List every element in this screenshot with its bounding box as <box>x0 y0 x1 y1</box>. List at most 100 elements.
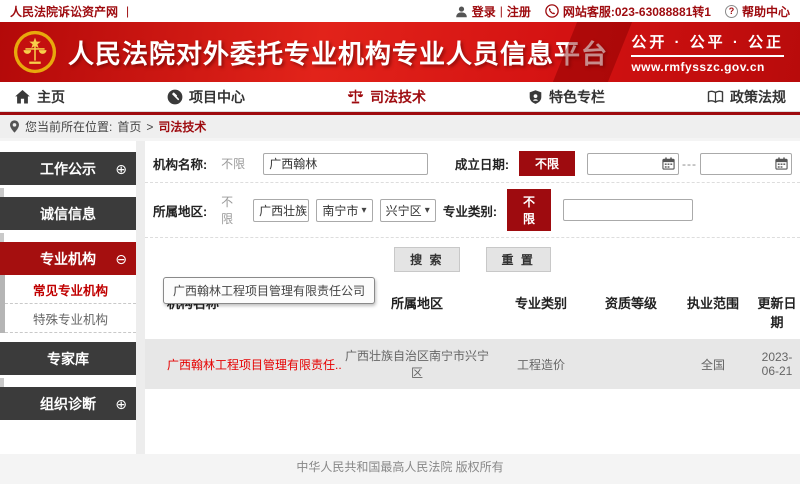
help-group[interactable]: ? 帮助中心 <box>725 3 790 20</box>
sidebar-sublabel: 特殊专业机构 <box>33 309 108 328</box>
search-actions: 搜 索 重 置 <box>145 238 800 280</box>
nav-label-featured: 特色专栏 <box>549 87 605 107</box>
topbar-divider: | <box>126 4 129 18</box>
sidebar-label: 专家库 <box>47 349 89 369</box>
sidebar: 工作公示 ⊕ 诚信信息 专业机构 ⊖ 常见专业机构 特殊专业机构 专家库 组织诊… <box>0 152 136 429</box>
sidebar-subitem-common-orgs[interactable]: 常见专业机构 <box>5 275 136 304</box>
category-unlimited-button[interactable]: 不限 <box>507 189 551 231</box>
book-icon <box>707 89 724 105</box>
home-icon <box>14 89 31 105</box>
founded-date-label: 成立日期: <box>455 154 509 173</box>
search-row-1: 机构名称: 不限 成立日期: 不限 --- <box>145 145 800 183</box>
cell-scope: 全国 <box>672 356 754 373</box>
site-url: www.rmfysszc.gov.cn <box>631 60 784 74</box>
sidebar-item-professional-orgs[interactable]: 专业机构 ⊖ <box>0 242 136 275</box>
minus-circle-icon: ⊖ <box>115 252 127 266</box>
sidebar-label: 专业机构 <box>40 249 96 269</box>
plus-circle-icon: ⊕ <box>115 397 127 411</box>
nav-item-policies[interactable]: 政策法规 <box>707 87 786 107</box>
province-select-value: 广西壮族自治 <box>259 202 309 219</box>
site-banner: 人民法院对外委托专业机构专业人员信息平台 公开 · 公平 · 公正 www.rm… <box>0 22 800 82</box>
hotline-group: 网站客服:023-63088881转1 <box>545 3 711 20</box>
org-name-input[interactable] <box>263 153 428 175</box>
breadcrumb-current[interactable]: 司法技术 <box>158 118 206 135</box>
breadcrumb-home[interactable]: 首页 <box>117 118 141 135</box>
cell-region: 广西壮族自治区南宁市兴宁区 <box>342 347 492 381</box>
sidebar-subitem-special-orgs[interactable]: 特殊专业机构 <box>5 304 136 333</box>
nav-item-home[interactable]: 主页 <box>14 87 65 107</box>
region-unlimited[interactable]: 不限 <box>221 193 235 227</box>
col-header-grade: 资质等级 <box>590 293 672 331</box>
gavel-circle-icon <box>167 89 183 105</box>
help-link[interactable]: 帮助中心 <box>742 3 790 20</box>
breadcrumb-prefix: 您当前所在位置: <box>25 118 112 135</box>
court-emblem-logo <box>12 29 58 75</box>
main-content: 机构名称: 不限 成立日期: 不限 --- 所属地区: 不限 广西壮族自治 ▾ … <box>145 141 800 389</box>
category-label: 专业类别: <box>443 201 497 220</box>
footer-copyright: 中华人民共和国最高人民法院 版权所有 <box>0 454 800 484</box>
phone-icon <box>545 4 559 18</box>
slogan-text: 公开 · 公平 · 公正 <box>631 31 784 57</box>
search-row-2: 所属地区: 不限 广西壮族自治 ▾ 南宁市 ▾ 兴宁区 ▾ 专业类别: 不限 <box>145 183 800 238</box>
city-select-value: 南宁市 <box>322 202 358 219</box>
scales-icon <box>347 88 364 105</box>
person-icon <box>455 5 468 18</box>
col-header-scope: 执业范围 <box>672 293 754 331</box>
nav-item-featured[interactable]: 特色专栏 <box>528 87 605 107</box>
sidebar-label: 工作公示 <box>40 159 96 179</box>
login-link[interactable]: 登录 <box>472 3 496 20</box>
sidebar-item-org-diagnosis[interactable]: 组织诊断 ⊕ <box>0 387 136 420</box>
district-select-value: 兴宁区 <box>386 202 422 219</box>
breadcrumb-separator: > <box>146 120 153 134</box>
nav-label-policies: 政策法规 <box>730 87 786 107</box>
plus-circle-icon: ⊕ <box>115 162 127 176</box>
district-select[interactable]: 兴宁区 ▾ <box>380 199 436 222</box>
org-name-unlimited[interactable]: 不限 <box>221 155 245 172</box>
chevron-down-icon: ▾ <box>425 205 430 216</box>
location-pin-icon <box>9 120 20 133</box>
sidebar-subnav: 常见专业机构 特殊专业机构 <box>0 275 136 333</box>
sidebar-label: 诚信信息 <box>40 204 96 224</box>
login-group: 登录 | 注册 <box>455 3 531 20</box>
org-name-link[interactable]: 广西翰林工程项目管理有限责任... <box>167 358 342 372</box>
calendar-icon[interactable] <box>775 157 788 170</box>
sidebar-item-integrity-info[interactable]: 诚信信息 <box>0 197 136 230</box>
main-nav: 主页 项目中心 司法技术 特色专栏 政策法规 <box>0 82 800 112</box>
search-button[interactable]: 搜 索 <box>394 247 459 272</box>
sidebar-label: 组织诊断 <box>40 394 96 414</box>
sidebar-item-work-publicity[interactable]: 工作公示 ⊕ <box>0 152 136 185</box>
cell-updated: 2023-06-21 <box>754 350 800 378</box>
site-home-link[interactable]: 人民法院诉讼资产网 <box>10 3 118 20</box>
nav-label-project-center: 项目中心 <box>189 87 245 107</box>
region-label: 所属地区: <box>153 201 207 220</box>
org-name-label: 机构名称: <box>153 154 207 173</box>
nav-item-judicial-tech[interactable]: 司法技术 <box>347 87 426 107</box>
nav-label-judicial-tech: 司法技术 <box>370 87 426 107</box>
reset-button[interactable]: 重 置 <box>486 247 551 272</box>
founded-unlimited-button[interactable]: 不限 <box>519 151 575 176</box>
province-select[interactable]: 广西壮族自治 ▾ <box>253 199 309 222</box>
sidebar-sublabel: 常见专业机构 <box>33 280 108 299</box>
top-utility-bar: 人民法院诉讼资产网 | 登录 | 注册 网站客服:023-63088881转1 … <box>0 0 800 22</box>
category-input[interactable] <box>563 199 693 221</box>
cell-category: 工程造价 <box>492 356 590 373</box>
column-gap <box>136 141 145 454</box>
nav-label-home: 主页 <box>37 87 65 107</box>
date-range-separator: --- <box>682 157 697 171</box>
org-name-tooltip: 广西翰林工程项目管理有限责任公司 <box>163 277 375 304</box>
table-row: 广西翰林工程项目管理有限责任... 广西壮族自治区南宁市兴宁区 工程造价 全国 … <box>145 339 800 389</box>
nav-item-project-center[interactable]: 项目中心 <box>167 87 245 107</box>
chevron-down-icon: ▾ <box>362 205 367 216</box>
calendar-icon[interactable] <box>662 157 675 170</box>
sidebar-item-expert-pool[interactable]: 专家库 <box>0 342 136 375</box>
hotline-text: 网站客服:023-63088881转1 <box>563 3 711 20</box>
shield-icon <box>528 89 543 105</box>
col-header-category: 专业类别 <box>492 293 590 331</box>
login-register-divider: | <box>500 4 503 18</box>
col-header-updated: 更新日期 <box>754 293 800 331</box>
breadcrumb: 您当前所在位置: 首页 > 司法技术 <box>0 112 800 138</box>
city-select[interactable]: 南宁市 ▾ <box>316 199 372 222</box>
help-icon: ? <box>725 5 738 18</box>
platform-title: 人民法院对外委托专业机构专业人员信息平台 <box>68 34 608 71</box>
register-link[interactable]: 注册 <box>507 3 531 20</box>
